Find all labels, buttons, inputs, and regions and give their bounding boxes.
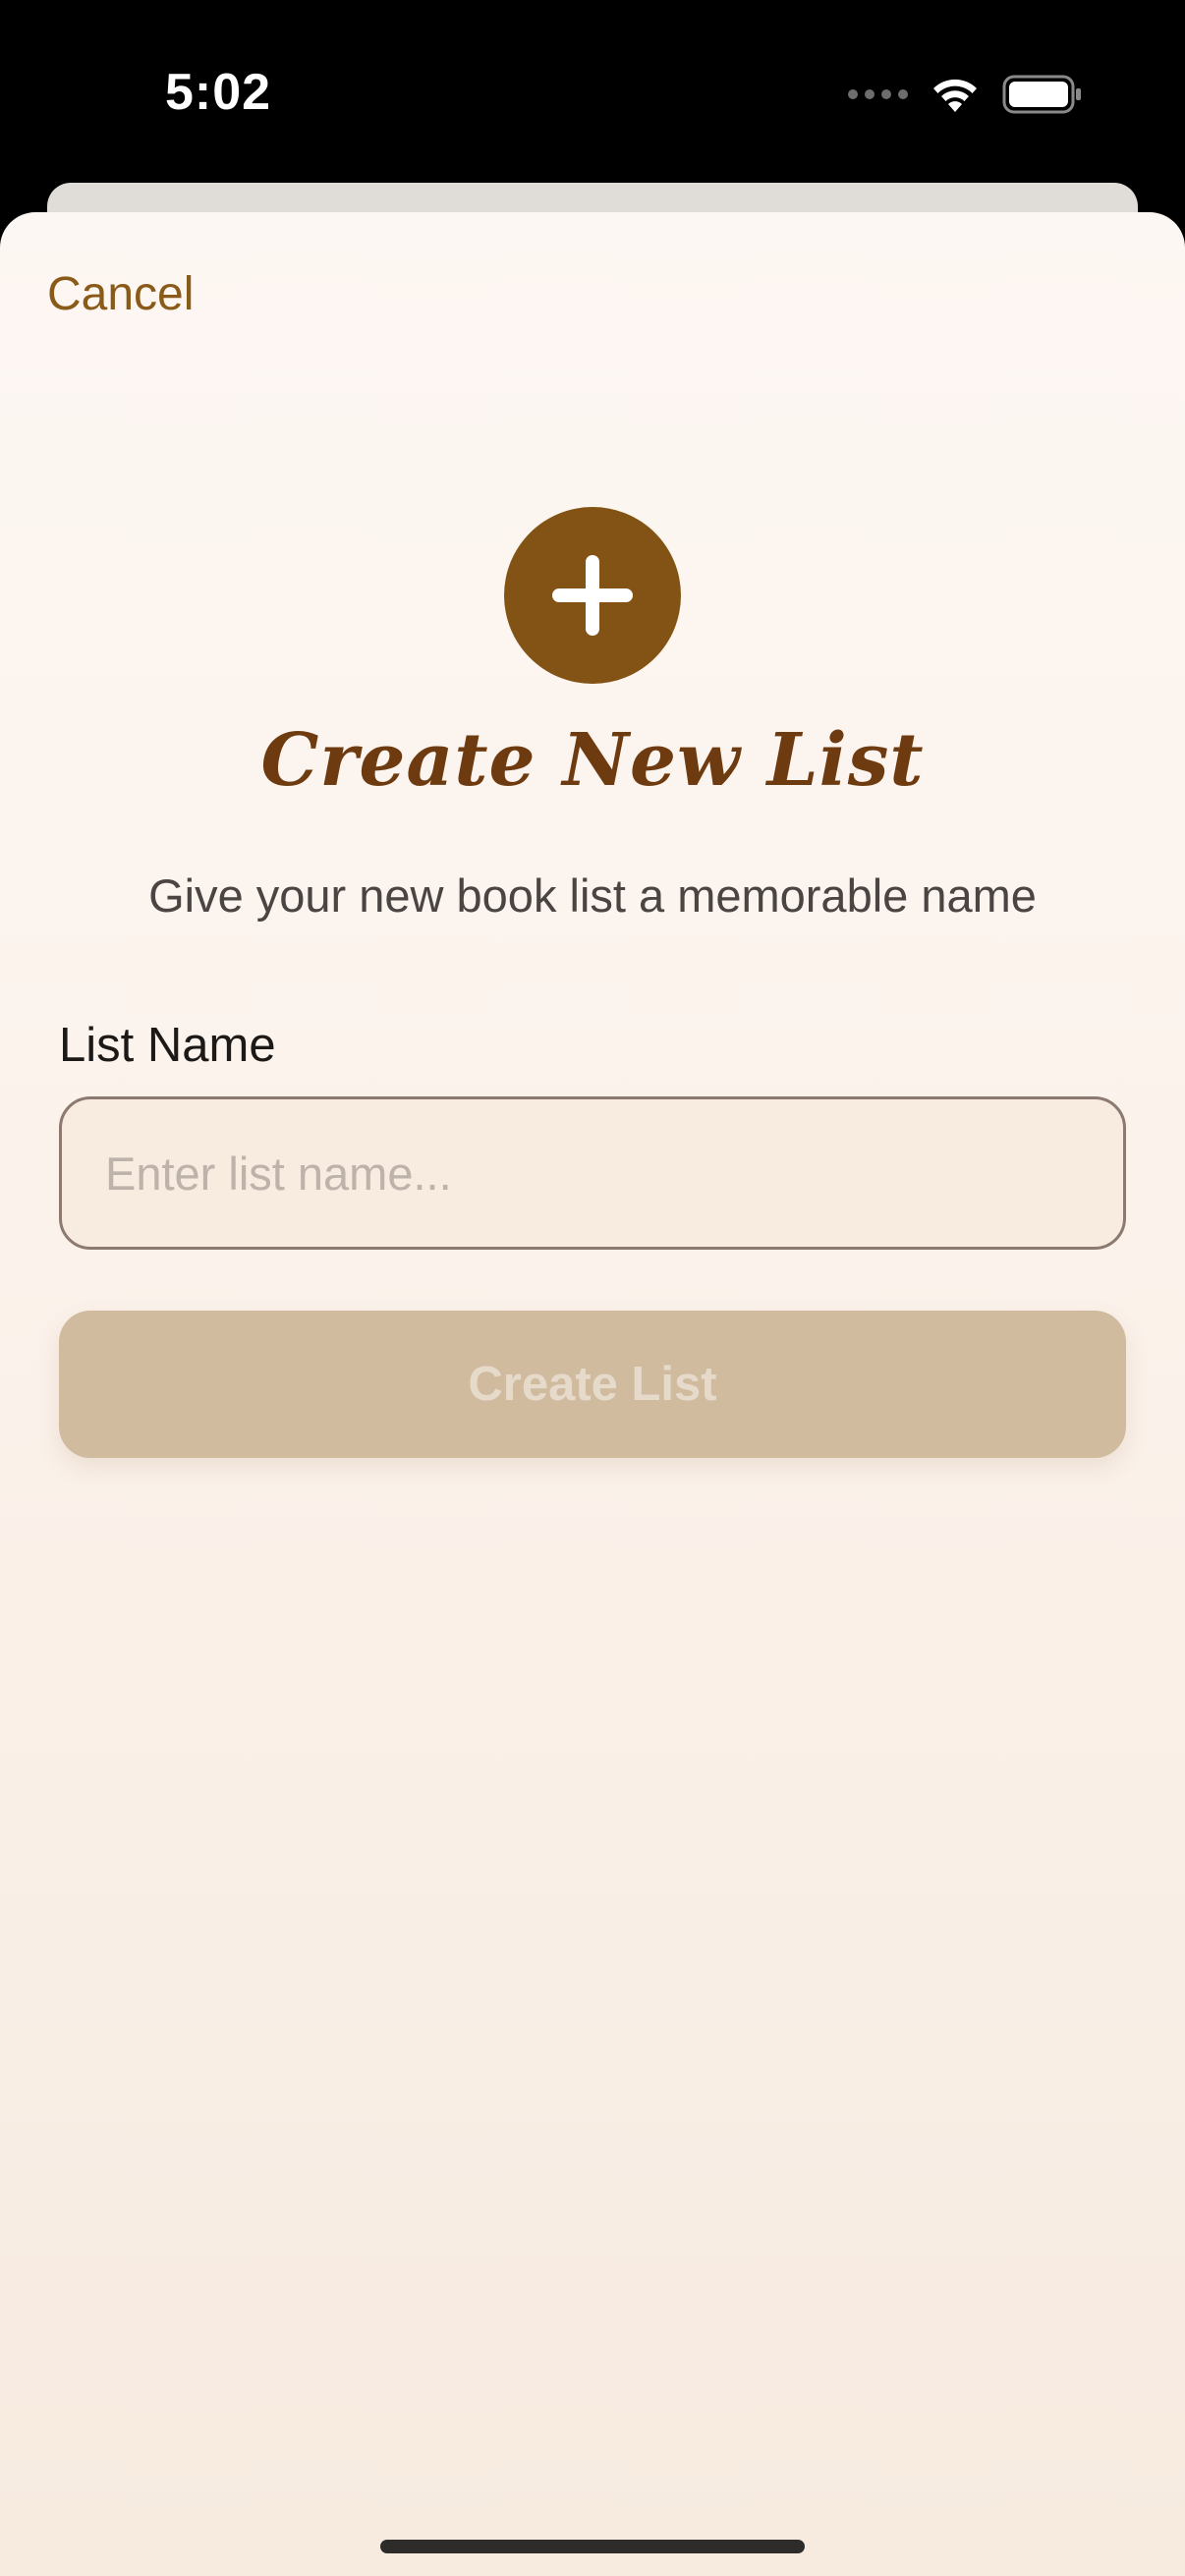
- sheet-subtitle: Give your new book list a memorable name: [148, 869, 1037, 922]
- sheet-title: Create New List: [260, 718, 925, 803]
- home-indicator[interactable]: [380, 2540, 805, 2553]
- list-name-input[interactable]: [59, 1096, 1126, 1250]
- create-list-button[interactable]: Create List: [59, 1311, 1126, 1458]
- app-screen: 5:02 Cancel Create New List Give your ne…: [0, 0, 1185, 2576]
- create-list-sheet: Cancel Create New List Give your new boo…: [0, 212, 1185, 2576]
- status-bar: 5:02: [0, 0, 1185, 187]
- battery-icon: [1002, 75, 1081, 114]
- status-time: 5:02: [165, 64, 272, 121]
- status-icons: [848, 75, 1083, 114]
- cancel-button[interactable]: Cancel: [47, 267, 194, 321]
- plus-circle-badge: [504, 507, 681, 684]
- signal-dots-icon: [848, 89, 908, 99]
- list-name-label: List Name: [59, 1019, 276, 1072]
- wifi-icon: [933, 79, 977, 112]
- plus-icon: [552, 555, 633, 636]
